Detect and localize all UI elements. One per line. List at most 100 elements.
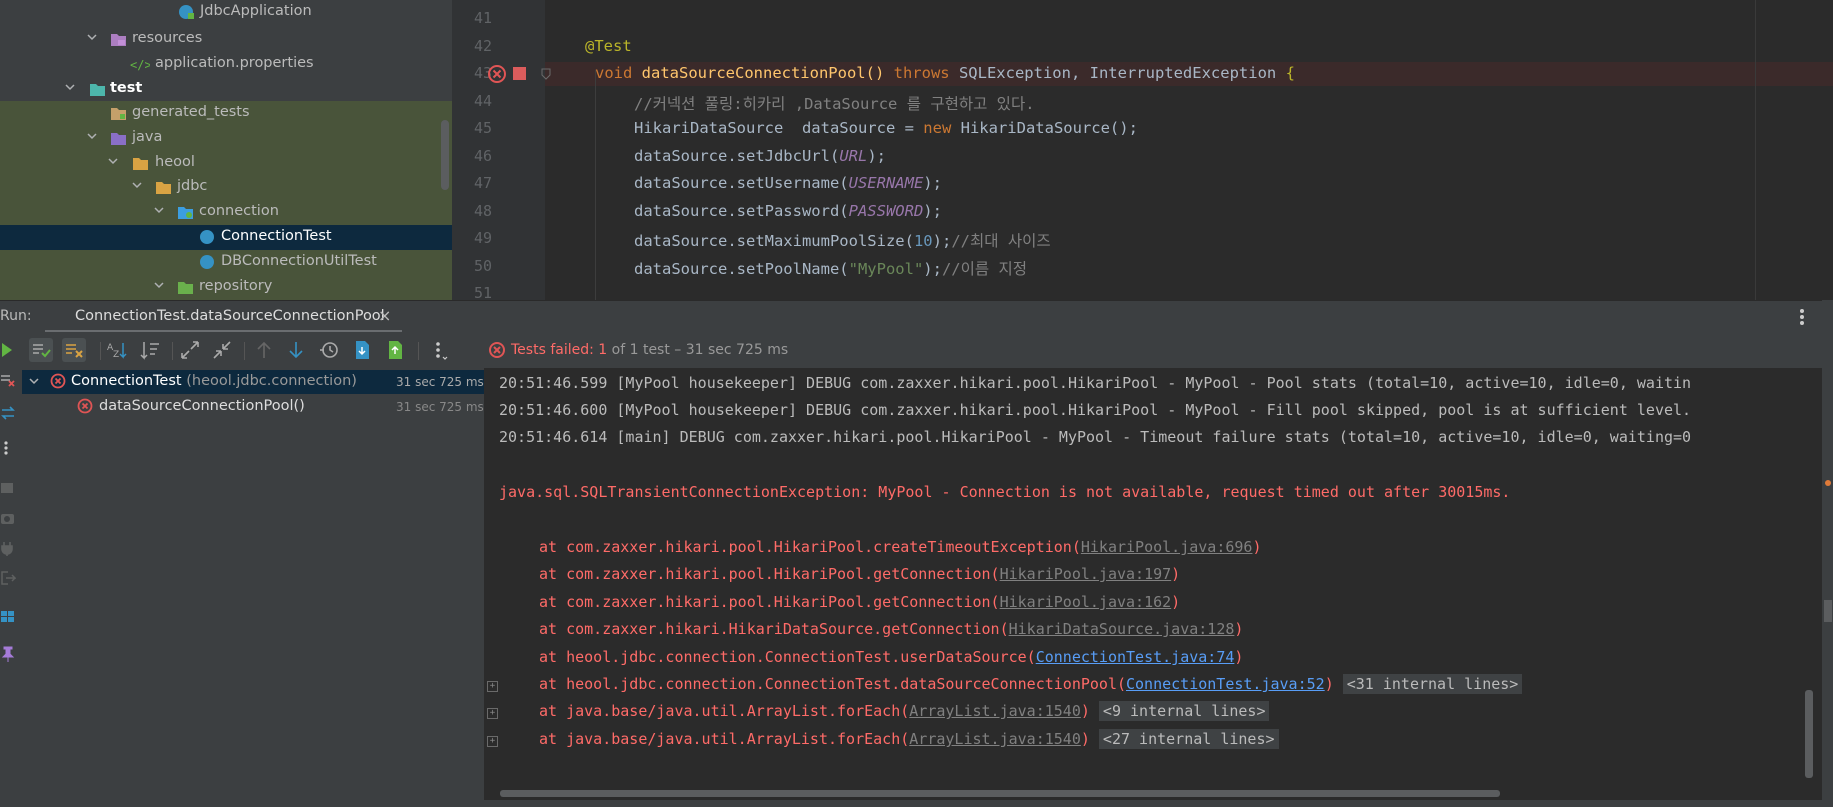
console-horizontal-scrollbar[interactable]: [500, 790, 1500, 797]
tree-item-label: application.properties: [155, 55, 314, 71]
status-suffix: of 1 test – 31 sec 725 ms: [607, 342, 789, 358]
internal-lines-fold[interactable]: <31 internal lines>: [1342, 674, 1523, 694]
import-tests-icon[interactable]: [350, 338, 374, 362]
tree-item-generated-tests[interactable]: generated_tests: [0, 101, 452, 126]
chevron-down-icon[interactable]: [153, 279, 165, 291]
code-editor[interactable]: 41 42 43 44 45 46 47 48 49 50 51 @Test v…: [452, 0, 1833, 300]
run-label: Run:: [0, 308, 32, 324]
code-comment: //최대 사이즈: [951, 232, 1051, 250]
toolbar-separator: [418, 342, 419, 360]
chevron-down-icon[interactable]: [28, 375, 40, 387]
previous-failed-icon[interactable]: [252, 338, 276, 362]
chevron-down-icon[interactable]: [86, 31, 98, 43]
run-tab[interactable]: ConnectionTest.dataSourceConnectionPool …: [45, 301, 402, 333]
source-link[interactable]: HikariDataSource.java:128: [1009, 620, 1235, 638]
fold-expand-icon[interactable]: +: [487, 708, 498, 719]
breakpoint-icon[interactable]: [513, 67, 526, 80]
project-tree-scrollbar[interactable]: [441, 120, 449, 190]
next-failed-icon[interactable]: [284, 338, 308, 362]
code-number: 10: [913, 232, 933, 250]
stack-frame-text: ): [1080, 702, 1090, 720]
stop-icon[interactable]: [0, 480, 16, 496]
internal-lines-fold[interactable]: <9 internal lines>: [1098, 701, 1270, 721]
stack-frame: at heool.jdbc.connection.ConnectionTest.…: [539, 648, 1243, 666]
test-suite-label: ConnectionTest (heool.jdbc.connection): [71, 373, 357, 389]
sort-alphabetically-icon[interactable]: AZ: [105, 338, 129, 362]
camera-icon[interactable]: [0, 510, 16, 526]
plug-icon[interactable]: [0, 540, 16, 556]
internal-lines-fold[interactable]: <27 internal lines>: [1098, 729, 1279, 749]
code-text: dataSource.setPassword(: [634, 202, 849, 220]
code-text: dataSource.setJdbcUrl(: [634, 147, 840, 165]
test-suite-package: (heool.jdbc.connection): [181, 373, 357, 389]
export-tests-icon[interactable]: [383, 338, 407, 362]
fold-expand-icon[interactable]: +: [487, 681, 498, 692]
package-folder-icon: [155, 179, 172, 195]
source-link[interactable]: ArrayList.java:1540: [909, 702, 1081, 720]
line-number: 51: [473, 284, 492, 300]
notification-dot-icon[interactable]: [1825, 480, 1831, 486]
close-tab-button[interactable]: ×: [378, 306, 391, 325]
log-line: 20:51:46.599 [MyPool housekeeper] DEBUG …: [499, 374, 1692, 392]
show-passed-icon[interactable]: [29, 338, 53, 362]
source-link[interactable]: ArrayList.java:1540: [909, 730, 1081, 748]
test-failed-icon[interactable]: [487, 64, 507, 84]
fold-expand-icon[interactable]: +: [487, 736, 498, 747]
console-output[interactable]: 20:51:46.599 [MyPool housekeeper] DEBUG …: [484, 368, 1822, 800]
code-comment: //커넥션 풀링:히카리 ,DataSource 를 구현하고 있다.: [634, 95, 1035, 113]
tree-item-label: resources: [132, 30, 203, 46]
console-vertical-scrollbar[interactable]: [1805, 690, 1813, 778]
exception-message: java.sql.SQLTransientConnectionException…: [499, 483, 1511, 501]
tree-item-jdbcapplication[interactable]: JdbcApplication: [0, 0, 452, 25]
more-actions-icon[interactable]: [3, 440, 11, 456]
chevron-down-icon[interactable]: [86, 130, 98, 142]
tree-item-resources[interactable]: resources: [0, 27, 452, 52]
exit-icon[interactable]: [0, 570, 17, 586]
project-tree-panel: JdbcApplication resources </> applicatio…: [0, 0, 452, 300]
code-keyword: void: [595, 64, 633, 82]
source-link[interactable]: HikariPool.java:162: [1000, 593, 1172, 611]
tree-item-test[interactable]: test: [0, 77, 452, 102]
chevron-down-icon[interactable]: [131, 179, 143, 191]
sort-by-duration-icon[interactable]: [138, 338, 162, 362]
source-link[interactable]: ConnectionTest.java:52: [1126, 675, 1325, 693]
tree-item-repository[interactable]: repository: [0, 275, 452, 300]
stack-frame-text: at java.base/java.util.ArrayList.forEach…: [539, 730, 910, 748]
source-link[interactable]: HikariPool.java:197: [1000, 565, 1172, 583]
tree-item-jdbc[interactable]: jdbc: [0, 175, 452, 200]
rerun-failed-icon[interactable]: [0, 372, 16, 388]
tree-item-dbconnectionutiltest[interactable]: DBConnectionUtilTest: [0, 250, 452, 275]
chevron-down-icon[interactable]: [64, 81, 76, 93]
tree-item-connectiontest[interactable]: ConnectionTest: [0, 225, 452, 250]
test-case-name: dataSourceConnectionPool(): [99, 398, 305, 414]
fold-marker-icon[interactable]: [541, 68, 551, 80]
more-toolbar-icon[interactable]: [428, 338, 452, 362]
bottom-status-bar: [0, 800, 1833, 807]
tree-item-connection[interactable]: connection: [0, 200, 452, 225]
stack-frame: at com.zaxxer.hikari.pool.HikariPool.get…: [539, 593, 1180, 611]
tree-item-heool[interactable]: heool: [0, 151, 452, 176]
tree-item-java[interactable]: java: [0, 126, 452, 151]
layout-icon[interactable]: [0, 609, 16, 625]
chevron-down-icon[interactable]: [153, 204, 165, 216]
log-line: 20:51:46.600 [MyPool housekeeper] DEBUG …: [499, 401, 1692, 419]
code-text: );: [923, 260, 942, 278]
rerun-icon[interactable]: [0, 338, 24, 362]
run-toolbar: AZ Tests failed: 1 of 1 test – 31 sec 72…: [0, 332, 1833, 368]
source-link[interactable]: HikariPool.java:696: [1081, 538, 1253, 556]
more-options-icon[interactable]: [1798, 307, 1806, 327]
line-number: 42: [473, 37, 492, 55]
test-case-row[interactable]: dataSourceConnectionPool() 31 sec 725 ms: [22, 395, 484, 419]
test-duration: 31 sec 725 ms: [396, 375, 484, 389]
tree-item-application-properties[interactable]: </> application.properties: [0, 52, 452, 77]
collapse-all-icon[interactable]: [210, 338, 234, 362]
source-link[interactable]: ConnectionTest.java:74: [1036, 648, 1235, 666]
show-ignored-icon[interactable]: [62, 338, 86, 362]
pin-icon[interactable]: [0, 646, 16, 662]
test-history-icon[interactable]: [317, 338, 341, 362]
toggle-auto-test-icon[interactable]: [0, 405, 16, 421]
stack-frame: at java.base/java.util.ArrayList.forEach…: [539, 701, 1270, 721]
expand-all-icon[interactable]: [178, 338, 202, 362]
chevron-down-icon[interactable]: [107, 155, 119, 167]
test-suite-row[interactable]: ConnectionTest (heool.jdbc.connection) 3…: [22, 370, 484, 394]
